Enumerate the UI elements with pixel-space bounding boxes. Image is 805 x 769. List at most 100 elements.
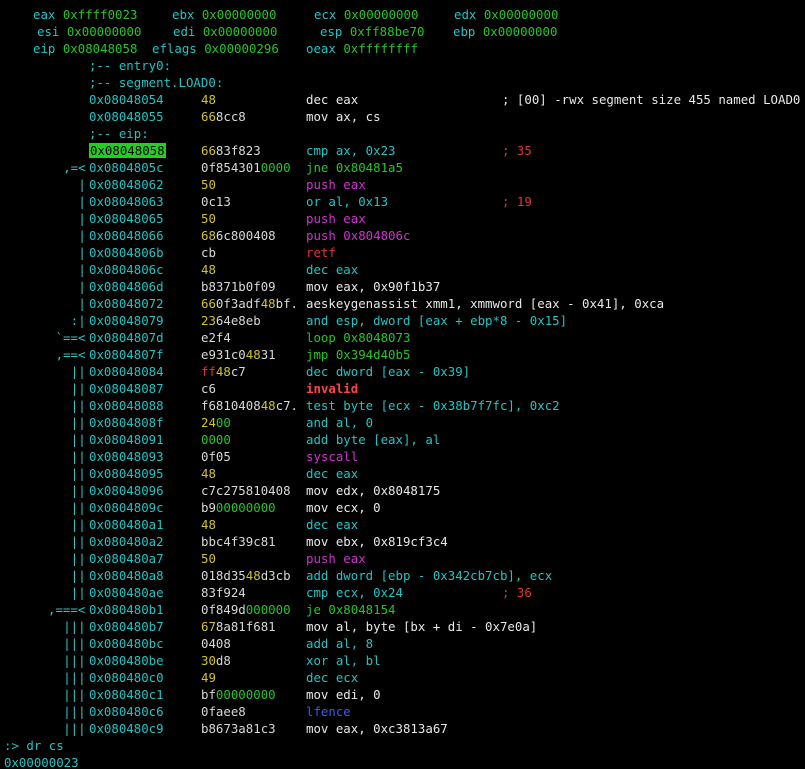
instruction-bytes: 678a81f681 [201, 619, 276, 634]
instruction-row[interactable]: || 0x08048096 c7c275810408 mov edx, 0x80481… [0, 482, 805, 499]
instruction-row[interactable]: ||| 0x080480be 30d8 xor al, bl [0, 652, 805, 669]
instruction-row[interactable]: ,=< 0x0804805c 0f8543010000 jne 0x80481a5 [0, 159, 805, 176]
instruction-row[interactable]: | 0x08048072 660f3adf48bf. aeskeygenassist … [0, 295, 805, 312]
instruction-address[interactable]: 0x080480a8 [89, 567, 164, 584]
instruction-row[interactable]: || 0x080480a1 48 dec eax [0, 516, 805, 533]
instruction-address[interactable]: 0x0804806d [89, 278, 164, 295]
instruction-bytes: 48 [201, 262, 216, 277]
instruction-row[interactable]: || 0x08048093 0f05 syscall [0, 448, 805, 465]
instruction-row[interactable]: ||| 0x080480b7 678a81f681 mov al, byte [bx … [0, 618, 805, 635]
flow-arrow: | [78, 262, 86, 277]
instruction-address[interactable]: 0x080480c6 [89, 703, 164, 720]
instruction-row[interactable]: ||| 0x080480c6 0faee8 lfence [0, 703, 805, 720]
instruction-address[interactable]: 0x080480c9 [89, 720, 164, 737]
instruction-row[interactable]: || 0x080480a8 018d3548d3cb add dword [ebp -… [0, 567, 805, 584]
instruction-mnemonic: push eax [306, 177, 366, 192]
instruction-row[interactable]: 0x08048054 48 dec eax ; [00] -rwx segment s… [0, 91, 805, 108]
instruction-row[interactable]: || 0x08048088 f681040848c7. test byte [ecx … [0, 397, 805, 414]
register-name: edx [454, 7, 484, 22]
register-value: 0x00000000 [343, 7, 419, 22]
instruction-mnemonic: jne 0x80481a5 [306, 160, 403, 175]
instruction-row[interactable]: || 0x08048084 ff48c7 dec dword [eax - 0x39] [0, 363, 805, 380]
instruction-row[interactable]: || 0x08048095 48 dec eax [0, 465, 805, 482]
instruction-address[interactable]: 0x08048066 [89, 227, 164, 244]
instruction-row[interactable]: ||| 0x080480c1 bf00000000 mov edi, 0 [0, 686, 805, 703]
instruction-address[interactable]: 0x080480bc [89, 635, 164, 652]
instruction-address[interactable]: 0x080480a1 [89, 516, 164, 533]
instruction-address[interactable]: 0x0804806c [89, 261, 164, 278]
instruction-bytes: 30d8 [201, 653, 231, 668]
instruction-row[interactable]: || 0x08048087 c6 invalid [0, 380, 805, 397]
instruction-address[interactable]: 0x080480c0 [89, 669, 164, 686]
register-value: 0x00000000 [201, 7, 277, 22]
instruction-mnemonic: lfence [306, 704, 351, 719]
instruction-address[interactable]: 0x08048072 [89, 295, 164, 312]
register-edi: edi 0x00000000 [173, 23, 277, 40]
instruction-address[interactable]: 0x08048096 [89, 482, 164, 499]
command-prompt[interactable]: :> dr cs [4, 737, 64, 754]
flow-arrow: ||| [63, 636, 86, 651]
instruction-address[interactable]: 0x0804808f [89, 414, 164, 431]
instruction-row[interactable]: || 0x080480a7 50 push eax [0, 550, 805, 567]
instruction-address[interactable]: 0x08048079 [89, 312, 164, 329]
instruction-row[interactable]: ,==< 0x0804807f e931c04831 jmp 0x394d40b5 [0, 346, 805, 363]
instruction-address[interactable]: 0x080480a2 [89, 533, 164, 550]
instruction-bytes: e2f4 [201, 330, 231, 345]
instruction-row[interactable]: 0x08048058 6683f823 cmp ax, 0x23 ; 35 [0, 142, 805, 159]
instruction-row[interactable]: || 0x080480ae 83f924 cmp ecx, 0x24 ; 36 [0, 584, 805, 601]
instruction-bytes: c7c275810408 [201, 483, 291, 498]
instruction-mnemonic: add dword [ebp - 0x342cb7cb], ecx [306, 568, 553, 583]
instruction-bytes: 49 [201, 670, 216, 685]
instruction-address[interactable]: 0x08048054 [89, 91, 164, 108]
instruction-row[interactable]: || 0x08048091 0000 add byte [eax], al [0, 431, 805, 448]
instruction-address[interactable]: 0x080480c1 [89, 686, 164, 703]
instruction-address[interactable]: 0x0804809c [89, 499, 164, 516]
register-value: 0x00000000 [66, 24, 142, 39]
instruction-address[interactable]: 0x080480be [89, 652, 164, 669]
instruction-address[interactable]: 0x08048065 [89, 210, 164, 227]
instruction-row[interactable]: | 0x0804806c 48 dec eax [0, 261, 805, 278]
instruction-address[interactable]: 0x080480a7 [89, 550, 164, 567]
instruction-mnemonic: jmp 0x394d40b5 [306, 347, 411, 362]
instruction-bytes: 0faee8 [201, 704, 246, 719]
instruction-address[interactable]: 0x08048095 [89, 465, 164, 482]
flow-arrow: || [70, 517, 86, 532]
instruction-row[interactable]: | 0x0804806b cb retf [0, 244, 805, 261]
instruction-address[interactable]: 0x0804807f [89, 346, 164, 363]
terminal-window[interactable]: eax 0xffff0023 ebx 0x00000000 ecx 0x000000… [0, 0, 805, 769]
instruction-address[interactable]: 0x08048088 [89, 397, 164, 414]
instruction-address[interactable]: 0x0804806b [89, 244, 164, 261]
instruction-address[interactable]: 0x080480b1 [89, 601, 164, 618]
flow-arrow: ,==< [55, 347, 86, 362]
instruction-row[interactable]: || 0x080480a2 bbc4f39c81 mov ebx, 0x819cf3c… [0, 533, 805, 550]
instruction-address[interactable]: 0x08048093 [89, 448, 164, 465]
instruction-row[interactable]: ||| 0x080480bc 0408 add al, 8 [0, 635, 805, 652]
instruction-address[interactable]: 0x0804807d [89, 329, 164, 346]
instruction-address[interactable]: 0x08048091 [89, 431, 164, 448]
instruction-address[interactable]: 0x08048084 [89, 363, 164, 380]
instruction-address[interactable]: 0x0804805c [89, 159, 164, 176]
instruction-row[interactable]: || 0x0804808f 2400 and al, 0 [0, 414, 805, 431]
instruction-address[interactable]: 0x08048058 [89, 142, 166, 159]
instruction-address[interactable]: 0x08048062 [89, 176, 164, 193]
instruction-mnemonic: mov eax, 0x90f1b37 [306, 279, 441, 294]
instruction-row[interactable]: | 0x08048066 686c800408 push 0x804806c [0, 227, 805, 244]
instruction-row[interactable]: | 0x08048062 50 push eax [0, 176, 805, 193]
instruction-address[interactable]: 0x080480b7 [89, 618, 164, 635]
instruction-bytes: ff48c7 [201, 364, 246, 379]
instruction-row[interactable]: | 0x08048065 50 push eax [0, 210, 805, 227]
instruction-address[interactable]: 0x08048055 [89, 108, 164, 125]
instruction-row[interactable]: :| 0x08048079 2364e8eb and esp, dword [eax … [0, 312, 805, 329]
instruction-row[interactable]: ||| 0x080480c9 b8673a81c3 mov eax, 0xc3813a… [0, 720, 805, 737]
instruction-row[interactable]: || 0x0804809c b900000000 mov ecx, 0 [0, 499, 805, 516]
instruction-row[interactable]: 0x08048055 668cc8 mov ax, cs [0, 108, 805, 125]
instruction-row[interactable]: ,===< 0x080480b1 0f849d000000 je 0x8048154 [0, 601, 805, 618]
instruction-row[interactable]: ||| 0x080480c0 49 dec ecx [0, 669, 805, 686]
instruction-address[interactable]: 0x08048063 [89, 193, 164, 210]
instruction-address[interactable]: 0x08048087 [89, 380, 164, 397]
instruction-row[interactable]: | 0x08048063 0c13 or al, 0x13 ; 19 [0, 193, 805, 210]
register-edx: edx 0x00000000 [454, 6, 558, 23]
instruction-row[interactable]: | 0x0804806d b8371b0f09 mov eax, 0x90f1b37 [0, 278, 805, 295]
instruction-row[interactable]: `==< 0x0804807d e2f4 loop 0x8048073 [0, 329, 805, 346]
instruction-address[interactable]: 0x080480ae [89, 584, 164, 601]
